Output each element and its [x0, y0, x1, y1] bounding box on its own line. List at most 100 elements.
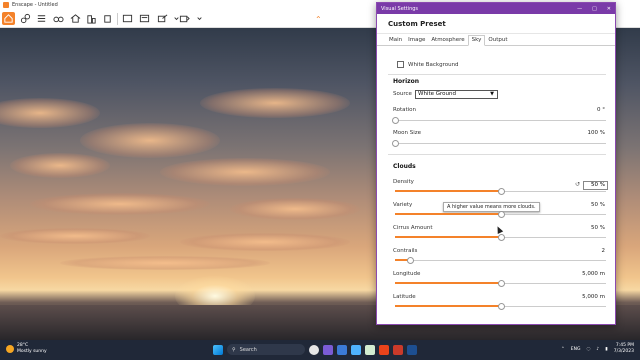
- asset-library-button[interactable]: [19, 12, 32, 25]
- source-label: Source: [393, 91, 412, 97]
- latitude-slider[interactable]: [395, 303, 606, 310]
- slider-thumb[interactable]: [497, 188, 505, 195]
- rotation-value[interactable]: 0 °: [597, 107, 605, 113]
- upload-button[interactable]: [178, 12, 191, 25]
- slider-thumb[interactable]: [392, 140, 399, 147]
- collapse-toolbar-chevron-up-icon[interactable]: ⌃: [315, 15, 322, 24]
- slider-thumb[interactable]: [497, 234, 505, 241]
- app-icon[interactable]: [309, 344, 319, 355]
- contrails-slider[interactable]: [395, 257, 606, 264]
- screenshot-button[interactable]: [121, 12, 134, 25]
- volume-icon[interactable]: ♪: [596, 347, 599, 352]
- cirrus-amount-label: Cirrus Amount: [393, 225, 433, 231]
- search-icon: ⚲: [232, 346, 236, 353]
- tab-image[interactable]: Image: [405, 36, 428, 45]
- batch-render-button[interactable]: [138, 12, 151, 25]
- source-select[interactable]: White Ground ▼: [415, 90, 498, 99]
- system-tray: ⌃ ENG ◌ ♪ ▮ 7:45 PM 7/3/2023: [561, 343, 634, 355]
- contrails-value[interactable]: 2: [602, 248, 606, 254]
- language-indicator[interactable]: ENG: [571, 347, 581, 352]
- latitude-value[interactable]: 5,000 m: [582, 294, 605, 300]
- home-button[interactable]: [2, 12, 15, 25]
- cloud: [180, 233, 350, 251]
- variety-label: Variety: [393, 202, 413, 208]
- tab-main[interactable]: Main: [386, 36, 405, 45]
- tab-sky[interactable]: Sky: [467, 35, 486, 46]
- visual-settings-window: Visual Settings — □ ✕ Custom Preset Main…: [376, 2, 616, 325]
- source-value: White Ground: [418, 91, 456, 97]
- app-icon[interactable]: [393, 344, 403, 355]
- tab-atmosphere[interactable]: Atmosphere: [428, 36, 467, 45]
- list-icon: [37, 15, 46, 22]
- slider-fill: [395, 282, 501, 284]
- sun-weather-icon: [6, 344, 14, 353]
- object-button[interactable]: [101, 12, 114, 25]
- density-label: Density: [393, 179, 414, 185]
- visual-settings-titlebar: Visual Settings — □ ✕: [377, 3, 615, 14]
- longitude-value[interactable]: 5,000 m: [582, 271, 605, 277]
- slider-thumb[interactable]: [497, 303, 505, 310]
- cube-icon: [104, 15, 111, 23]
- reset-undo-icon[interactable]: ↺: [575, 181, 580, 188]
- clouds-section-title: Clouds: [393, 163, 416, 170]
- app-icon[interactable]: [407, 344, 417, 355]
- tab-output[interactable]: Output: [485, 36, 510, 45]
- app-title: Enscape - Untitled: [12, 2, 58, 8]
- upload-dropdown-button[interactable]: [193, 12, 206, 25]
- density-slider[interactable]: [395, 188, 606, 195]
- app-icon[interactable]: [337, 344, 347, 355]
- slider-fill: [395, 190, 501, 192]
- close-icon[interactable]: ✕: [607, 6, 611, 12]
- minimize-icon[interactable]: —: [577, 6, 582, 12]
- weather-widget[interactable]: 28°C Mostly sunny: [6, 343, 47, 354]
- maximize-icon[interactable]: □: [592, 6, 597, 12]
- cirrus-amount-slider[interactable]: [395, 234, 606, 241]
- chevron-up-icon[interactable]: ⌃: [561, 347, 565, 352]
- battery-icon[interactable]: ▮: [605, 347, 607, 352]
- app-icon[interactable]: [379, 344, 389, 355]
- variety-slider[interactable]: [395, 211, 606, 218]
- cloud: [0, 98, 100, 128]
- search-label: Search: [239, 346, 257, 353]
- white-background-checkbox[interactable]: [397, 61, 404, 68]
- app-icon[interactable]: [323, 344, 333, 355]
- buildings-button[interactable]: [85, 12, 98, 25]
- moon-size-slider[interactable]: [392, 140, 606, 147]
- cloud: [0, 228, 150, 244]
- house-icon: [70, 14, 81, 23]
- moon-size-label: Moon Size: [393, 130, 421, 136]
- mouse-cursor: [494, 225, 504, 234]
- slider-thumb[interactable]: [392, 117, 399, 124]
- app-icon[interactable]: [351, 344, 361, 355]
- wifi-icon[interactable]: ◌: [586, 347, 590, 352]
- views-button[interactable]: [35, 12, 48, 25]
- variety-value[interactable]: 50 %: [591, 202, 605, 208]
- export-button[interactable]: [156, 12, 169, 25]
- longitude-slider[interactable]: [395, 280, 606, 287]
- batch-render-icon: [139, 14, 150, 23]
- start-windows-icon[interactable]: [213, 344, 223, 355]
- slider-thumb[interactable]: [497, 280, 505, 287]
- slider-thumb[interactable]: [497, 211, 505, 218]
- cloud: [160, 158, 330, 186]
- house-button[interactable]: [69, 12, 82, 25]
- taskbar-search[interactable]: ⚲ Search: [227, 344, 305, 355]
- slider-track: [395, 120, 606, 121]
- binoculars-button[interactable]: [52, 12, 65, 25]
- moon-size-value[interactable]: 100 %: [588, 130, 605, 136]
- window-title: Visual Settings: [381, 5, 419, 12]
- app-icon[interactable]: [365, 344, 375, 355]
- windows-taskbar: 28°C Mostly sunny ⚲ Search ⌃ ENG ◌ ♪ ▮ 7…: [0, 340, 640, 360]
- clock[interactable]: 7:45 PM 7/3/2023: [614, 343, 634, 355]
- cirrus-amount-value[interactable]: 50 %: [591, 225, 605, 231]
- cloud: [30, 193, 210, 215]
- white-background-label: White Background: [408, 62, 459, 68]
- divider: [388, 74, 606, 75]
- cloud: [60, 256, 270, 270]
- slider-thumb[interactable]: [406, 257, 414, 264]
- link-icon: [20, 13, 31, 24]
- rotation-slider[interactable]: [392, 117, 606, 124]
- upload-icon: [179, 15, 190, 23]
- slider-track: [395, 143, 606, 144]
- chevron-down-icon: [197, 17, 202, 21]
